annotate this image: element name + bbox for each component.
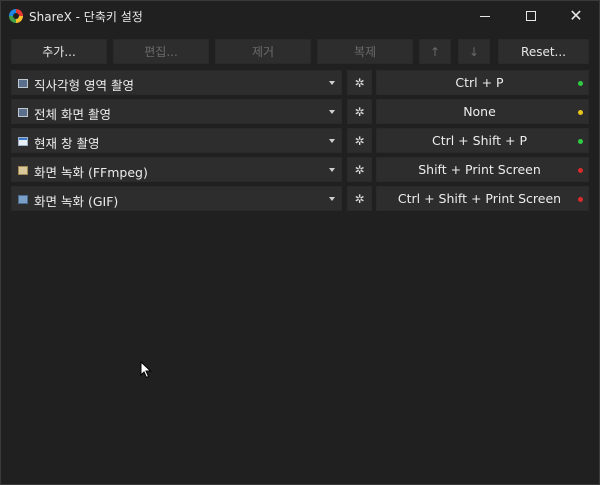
sharex-logo-icon — [9, 9, 23, 23]
reset-button[interactable]: Reset... — [498, 39, 589, 64]
hotkey-label: Ctrl + Shift + P — [431, 133, 528, 148]
hotkey-input[interactable]: Ctrl + Shift + P — [376, 128, 589, 153]
gear-icon: ✲ — [354, 162, 365, 177]
task-settings-button[interactable]: ✲ — [347, 70, 372, 95]
task-label: 현재 창 촬영 — [34, 136, 100, 151]
close-button[interactable]: ✕ — [553, 1, 599, 31]
status-dot-icon — [578, 168, 583, 173]
maximize-icon — [526, 11, 536, 21]
task-settings-button[interactable]: ✲ — [347, 128, 372, 153]
hotkey-label: Shift + Print Screen — [418, 162, 541, 177]
gif-record-icon — [18, 195, 28, 204]
task-settings-button[interactable]: ✲ — [347, 157, 372, 182]
task-settings-button[interactable]: ✲ — [347, 186, 372, 211]
status-dot-icon — [578, 139, 583, 144]
task-select[interactable]: 현재 창 촬영 — [11, 128, 342, 153]
add-button[interactable]: 추가... — [11, 39, 107, 64]
status-dot-icon — [578, 81, 583, 86]
move-down-button[interactable]: ↓ — [458, 39, 490, 64]
status-dot-icon — [578, 110, 583, 115]
task-select[interactable]: 화면 녹화 (FFmpeg) — [11, 157, 342, 182]
chevron-down-icon — [329, 110, 335, 114]
hotkey-row: 직사각형 영역 촬영 ✲ Ctrl + P — [1, 70, 599, 95]
window-title: ShareX - 단축키 설정 — [29, 10, 143, 24]
task-label: 화면 녹화 (FFmpeg) — [34, 165, 148, 180]
chevron-down-icon — [329, 81, 335, 85]
hotkey-input[interactable]: Shift + Print Screen — [376, 157, 589, 182]
duplicate-button[interactable]: 복제 — [317, 39, 413, 64]
hotkey-row: 화면 녹화 (FFmpeg) ✲ Shift + Print Screen — [1, 157, 599, 182]
screen-record-icon — [18, 166, 28, 175]
task-label: 전체 화면 촬영 — [34, 107, 111, 122]
task-label: 직사각형 영역 촬영 — [34, 78, 134, 93]
minimize-icon — [480, 15, 490, 17]
minimize-button[interactable] — [462, 1, 508, 31]
task-select[interactable]: 화면 녹화 (GIF) — [11, 186, 342, 211]
chevron-down-icon — [329, 197, 335, 201]
remove-button[interactable]: 제거 — [215, 39, 311, 64]
hotkey-label: None — [463, 104, 496, 119]
task-select[interactable]: 전체 화면 촬영 — [11, 99, 342, 124]
maximize-button[interactable] — [508, 1, 554, 31]
hotkey-input[interactable]: Ctrl + Shift + Print Screen — [376, 186, 589, 211]
edit-button[interactable]: 편집... — [113, 39, 209, 64]
close-icon: ✕ — [569, 6, 583, 25]
gear-icon: ✲ — [354, 133, 365, 148]
hotkey-settings-window: ShareX - 단축키 설정 ✕ 추가... 편집... 제거 복제 ↑ ↓ … — [0, 0, 600, 485]
hotkey-row: 전체 화면 촬영 ✲ None — [1, 99, 599, 124]
hotkey-input[interactable]: Ctrl + P — [376, 70, 589, 95]
hotkey-row: 현재 창 촬영 ✲ Ctrl + Shift + P — [1, 128, 599, 153]
move-up-button[interactable]: ↑ — [419, 39, 451, 64]
task-settings-button[interactable]: ✲ — [347, 99, 372, 124]
hotkey-row: 화면 녹화 (GIF) ✲ Ctrl + Shift + Print Scree… — [1, 186, 599, 211]
gear-icon: ✲ — [354, 75, 365, 90]
gear-icon: ✲ — [354, 104, 365, 119]
hotkey-input[interactable]: None — [376, 99, 589, 124]
window-capture-icon — [18, 137, 28, 146]
region-capture-icon — [18, 79, 28, 88]
gear-icon: ✲ — [354, 191, 365, 206]
chevron-down-icon — [329, 139, 335, 143]
hotkey-label: Ctrl + P — [455, 75, 504, 90]
chevron-down-icon — [329, 168, 335, 172]
hotkey-label: Ctrl + Shift + Print Screen — [397, 191, 562, 206]
task-select[interactable]: 직사각형 영역 촬영 — [11, 70, 342, 95]
status-dot-icon — [578, 197, 583, 202]
mouse-pointer-icon — [140, 361, 152, 379]
fullscreen-capture-icon — [18, 108, 28, 117]
task-label: 화면 녹화 (GIF) — [34, 194, 119, 209]
title-bar[interactable]: ShareX - 단축키 설정 ✕ — [1, 1, 599, 31]
